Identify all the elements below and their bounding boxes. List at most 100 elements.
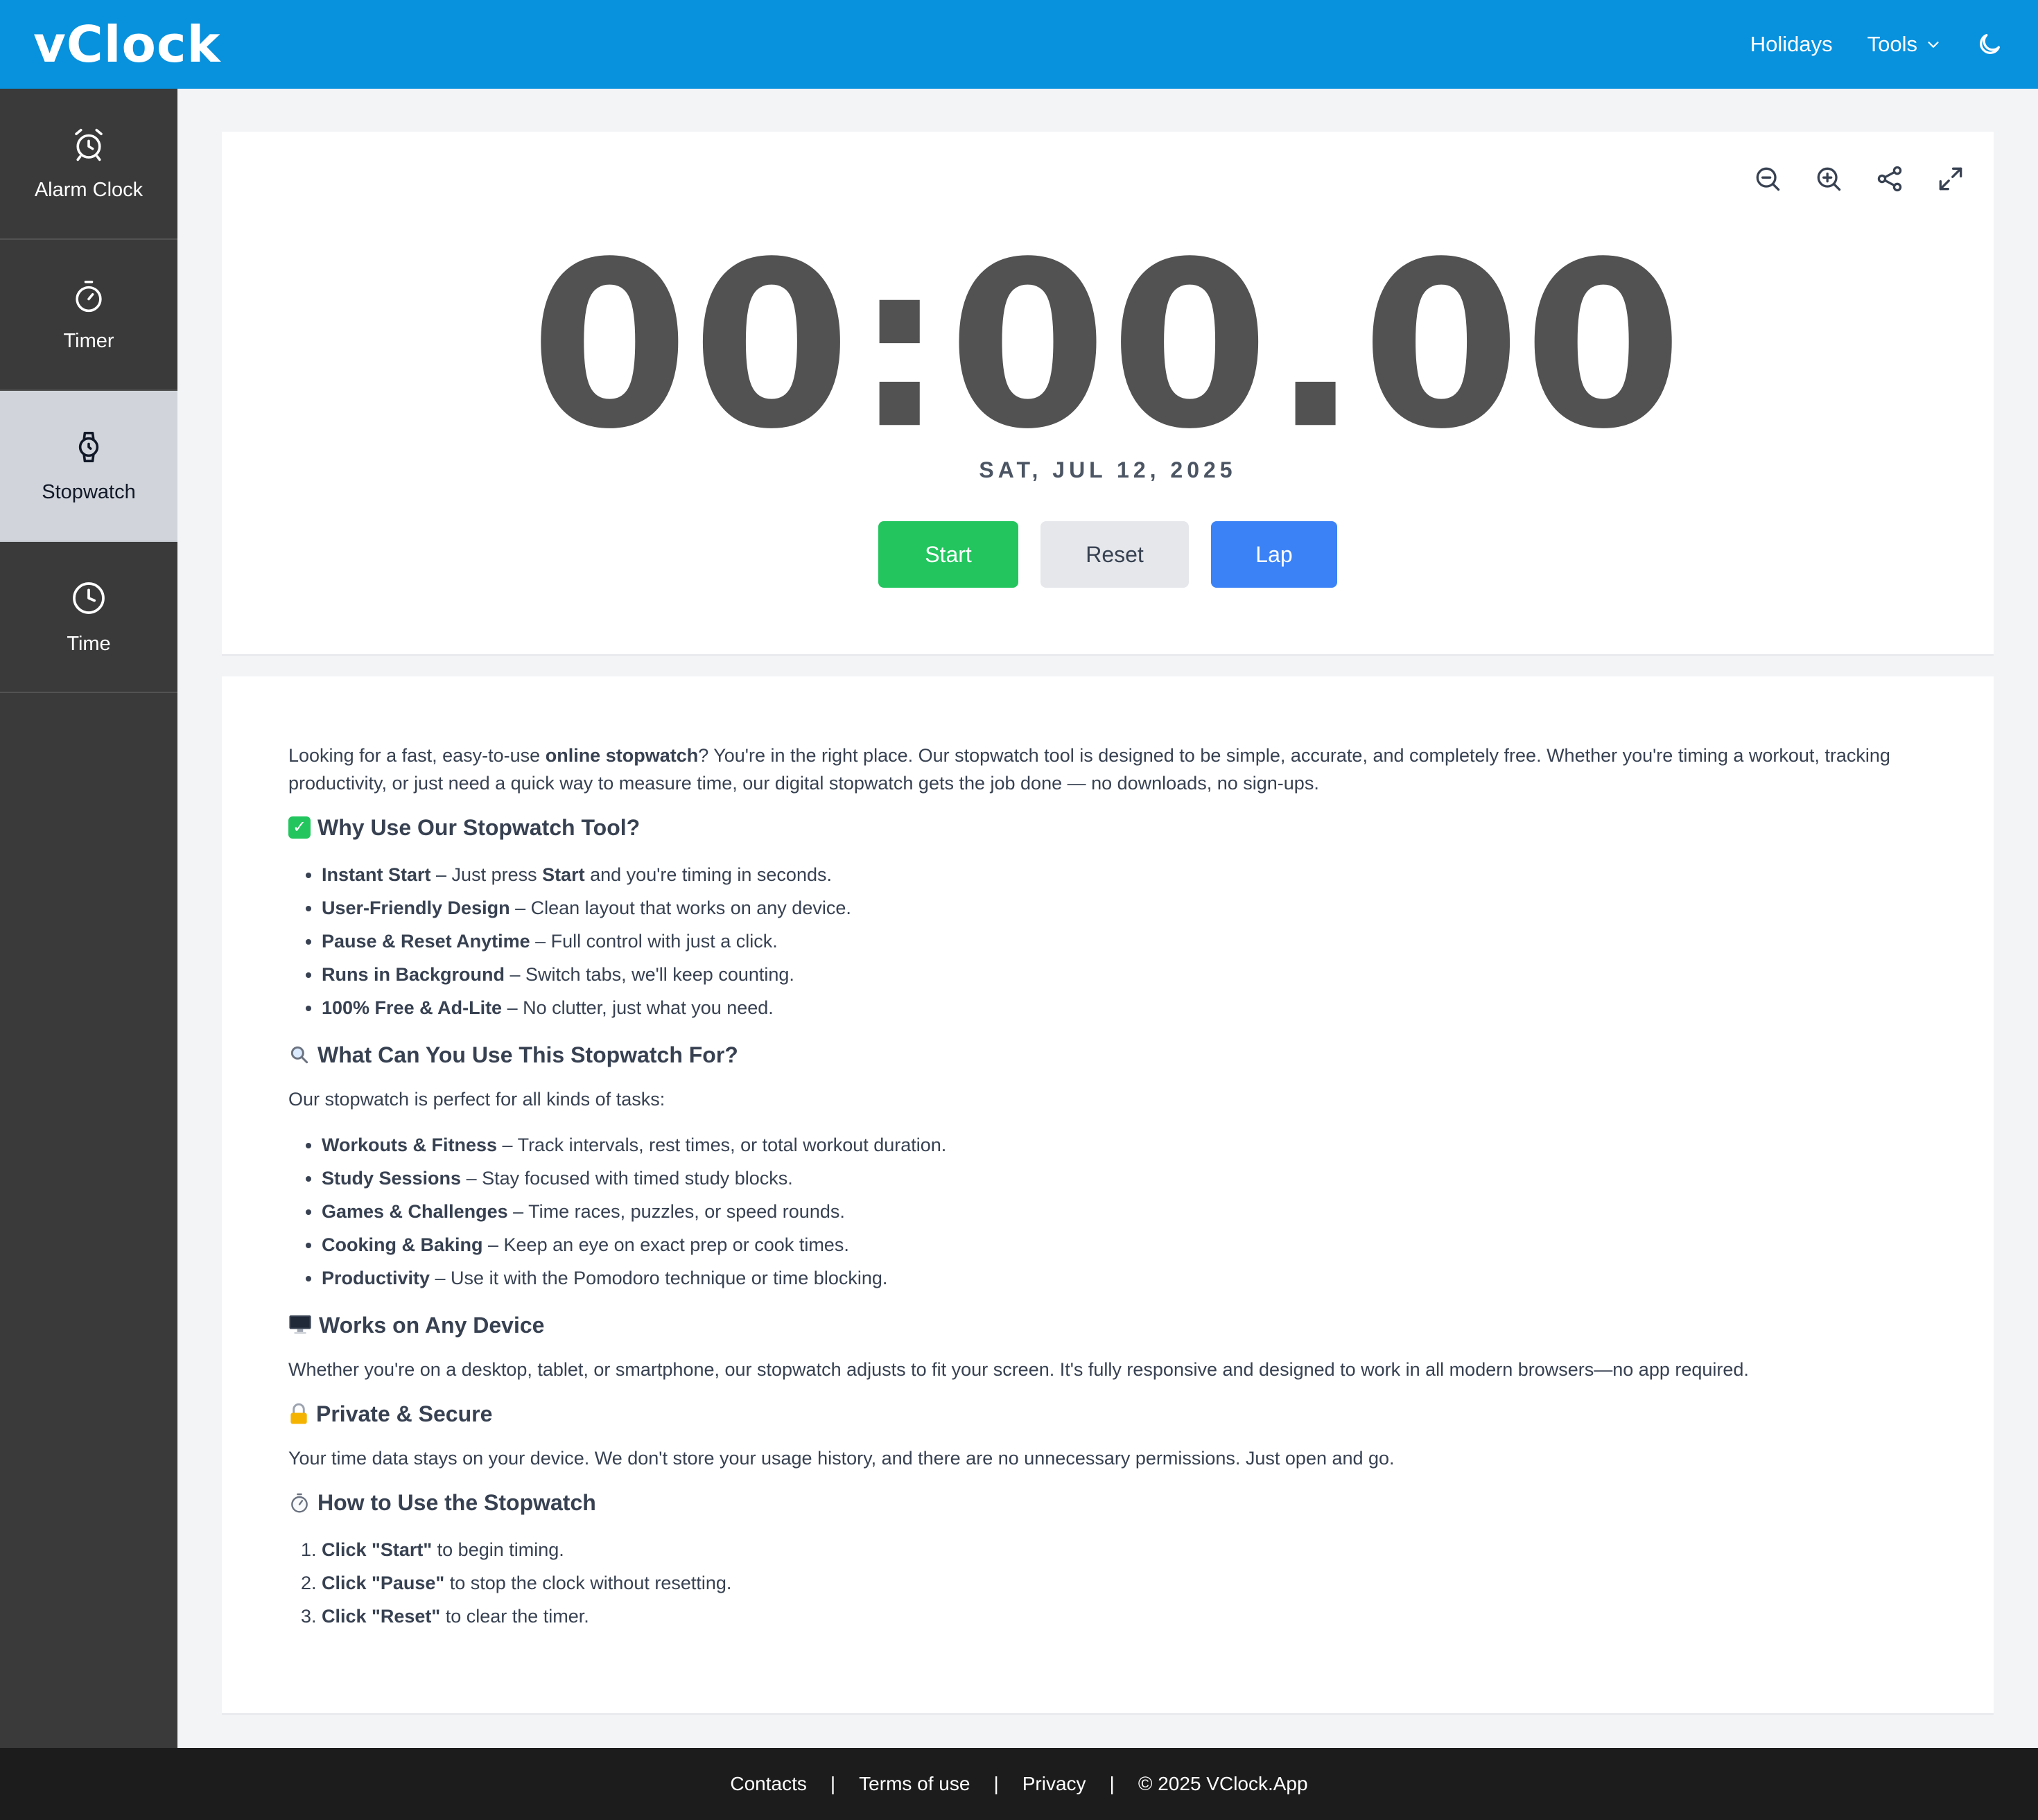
sidebar-item-time[interactable]: Time	[0, 542, 177, 693]
item-bold: Instant Start	[322, 864, 431, 885]
heading-text: Private & Secure	[316, 1401, 493, 1426]
list-item: Click "Reset" to clear the timer.	[322, 1600, 1952, 1633]
item-bold: Cooking & Baking	[322, 1234, 483, 1255]
footer-copyright: © 2025 VClock.App	[1138, 1773, 1308, 1794]
logo[interactable]: vClock	[33, 15, 220, 73]
list-item: Study Sessions – Stay focused with timed…	[322, 1162, 1952, 1195]
item-bold: User-Friendly Design	[322, 898, 510, 918]
zoom-out-button[interactable]	[1752, 164, 1783, 194]
stopwatch-card: 00:00.00 SAT, JUL 12, 2025 Start Reset L…	[222, 132, 1994, 656]
item-bold: Click "Pause"	[322, 1573, 445, 1593]
timer-icon	[76, 280, 102, 312]
item-text: and you're timing in seconds.	[584, 864, 832, 885]
section-heading: How to Use the Stopwatch	[288, 1487, 1952, 1518]
zoom-out-icon	[1756, 167, 1780, 191]
item-text: – Keep an eye on exact prep or cook time…	[482, 1234, 849, 1255]
sidebar-item-label: Timer	[63, 329, 114, 352]
reset-button[interactable]: Reset	[1040, 521, 1189, 588]
content-card: Looking for a fast, easy-to-use online s…	[222, 676, 1994, 1715]
article: Looking for a fast, easy-to-use online s…	[288, 742, 1952, 1648]
heading-text: What Can You Use This Stopwatch For?	[317, 1042, 738, 1067]
zoom-in-button[interactable]	[1813, 164, 1844, 194]
footer-separator: |	[993, 1773, 999, 1794]
footer-contacts-link[interactable]: Contacts	[730, 1773, 807, 1795]
moon-icon	[1980, 34, 2000, 54]
heading-text: Why Use Our Stopwatch Tool?	[317, 815, 641, 840]
zoom-in-icon	[1817, 167, 1841, 191]
section-heading: ✓ Why Use Our Stopwatch Tool?	[288, 812, 1952, 843]
section-heading: Works on Any Device	[288, 1310, 1952, 1340]
current-date: SAT, JUL 12, 2025	[979, 457, 1237, 482]
watch-icon	[78, 431, 99, 462]
clock-icon	[73, 581, 105, 614]
item-bold: Pause & Reset Anytime	[322, 931, 530, 952]
list-item: Click "Start" to begin timing.	[322, 1533, 1952, 1566]
list-item: Pause & Reset Anytime – Full control wit…	[322, 925, 1952, 958]
stopwatch-controls: Start Reset Lap	[222, 521, 1994, 588]
use-list: Workouts & Fitness – Track intervals, re…	[322, 1128, 1952, 1295]
item-text: – Track intervals, rest times, or total …	[497, 1135, 947, 1155]
list-item: Runs in Background – Switch tabs, we'll …	[322, 958, 1952, 991]
item-text: – Switch tabs, we'll keep counting.	[505, 964, 794, 985]
fullscreen-button[interactable]	[1935, 164, 1966, 194]
item-bold: Productivity	[322, 1268, 430, 1288]
footer-privacy-link[interactable]: Privacy	[1022, 1773, 1086, 1795]
item-text: to begin timing.	[432, 1539, 564, 1560]
why-list: Instant Start – Just press Start and you…	[322, 858, 1952, 1024]
list-item: Workouts & Fitness – Track intervals, re…	[322, 1128, 1952, 1162]
sidebar: Alarm Clock Timer Stopwatch Time	[0, 89, 177, 1748]
heading-text: Works on Any Device	[319, 1313, 545, 1338]
item-text: – Full control with just a click.	[530, 931, 778, 952]
item-bold: Study Sessions	[322, 1168, 462, 1189]
start-button[interactable]: Start	[878, 521, 1018, 588]
list-item: Instant Start – Just press Start and you…	[322, 858, 1952, 891]
alarm-clock-icon	[75, 128, 103, 161]
share-icon	[1877, 166, 1902, 192]
sidebar-item-timer[interactable]: Timer	[0, 240, 177, 391]
lap-button[interactable]: Lap	[1211, 521, 1337, 588]
list-item: Productivity – Use it with the Pomodoro …	[322, 1261, 1952, 1295]
lock-icon	[290, 1403, 307, 1424]
item-bold: 100% Free & Ad-Lite	[322, 997, 503, 1018]
share-button[interactable]	[1874, 164, 1905, 194]
check-mark-icon: ✓	[288, 816, 311, 839]
theme-toggle-button[interactable]	[1976, 30, 2003, 58]
heading-text: How to Use the Stopwatch	[317, 1490, 596, 1515]
item-bold: Click "Reset"	[322, 1606, 441, 1627]
footer-terms-link[interactable]: Terms of use	[859, 1773, 970, 1795]
fullscreen-icon	[1939, 167, 1962, 191]
sidebar-item-label: Stopwatch	[42, 480, 136, 503]
item-bold: Click "Start"	[322, 1539, 433, 1560]
sidebar-item-alarm-clock[interactable]: Alarm Clock	[0, 89, 177, 240]
section-heading: Private & Secure	[288, 1399, 1952, 1429]
use-intro: Our stopwatch is perfect for all kinds o…	[288, 1089, 665, 1110]
item-text: – Stay focused with timed study blocks.	[461, 1168, 793, 1189]
item-bold: Workouts & Fitness	[322, 1135, 498, 1155]
sidebar-item-stopwatch[interactable]: Stopwatch	[0, 391, 177, 542]
section-heading: What Can You Use This Stopwatch For?	[288, 1040, 1952, 1070]
howto-list: Click "Start" to begin timing. Click "Pa…	[322, 1533, 1952, 1633]
item-text: – Time races, puzzles, or speed rounds.	[507, 1201, 845, 1222]
item-text: – No clutter, just what you need.	[502, 997, 774, 1018]
intro-paragraph: Looking for a fast, easy-to-use online s…	[288, 742, 1952, 797]
list-item: User-Friendly Design – Clean layout that…	[322, 891, 1952, 925]
nav-tools-label: Tools	[1867, 32, 1917, 56]
footer: Contacts | Terms of use | Privacy | © 20…	[0, 1748, 2038, 1820]
top-nav: Holidays Tools	[1750, 30, 2003, 58]
list-item: Games & Challenges – Time races, puzzles…	[322, 1195, 1952, 1228]
private-paragraph: Your time data stays on your device. We …	[288, 1448, 1395, 1469]
item-text: – Clean layout that works on any device.	[509, 898, 851, 918]
top-bar: vClock Holidays Tools	[0, 0, 2038, 89]
sidebar-item-label: Time	[67, 632, 111, 655]
nav-tools-dropdown[interactable]: Tools	[1867, 32, 1941, 57]
nav-holidays-link[interactable]: Holidays	[1750, 32, 1833, 57]
list-item: 100% Free & Ad-Lite – No clutter, just w…	[322, 991, 1952, 1024]
magnifier-icon	[290, 1046, 308, 1064]
footer-separator: |	[830, 1773, 836, 1794]
item-text: – Use it with the Pomodoro technique or …	[430, 1268, 888, 1288]
list-item: Click "Pause" to stop the clock without …	[322, 1566, 1952, 1600]
chevron-down-icon	[1928, 42, 1939, 48]
item-text: – Just press	[430, 864, 543, 885]
item-bold: Games & Challenges	[322, 1201, 508, 1222]
list-item: Cooking & Baking – Keep an eye on exact …	[322, 1228, 1952, 1261]
